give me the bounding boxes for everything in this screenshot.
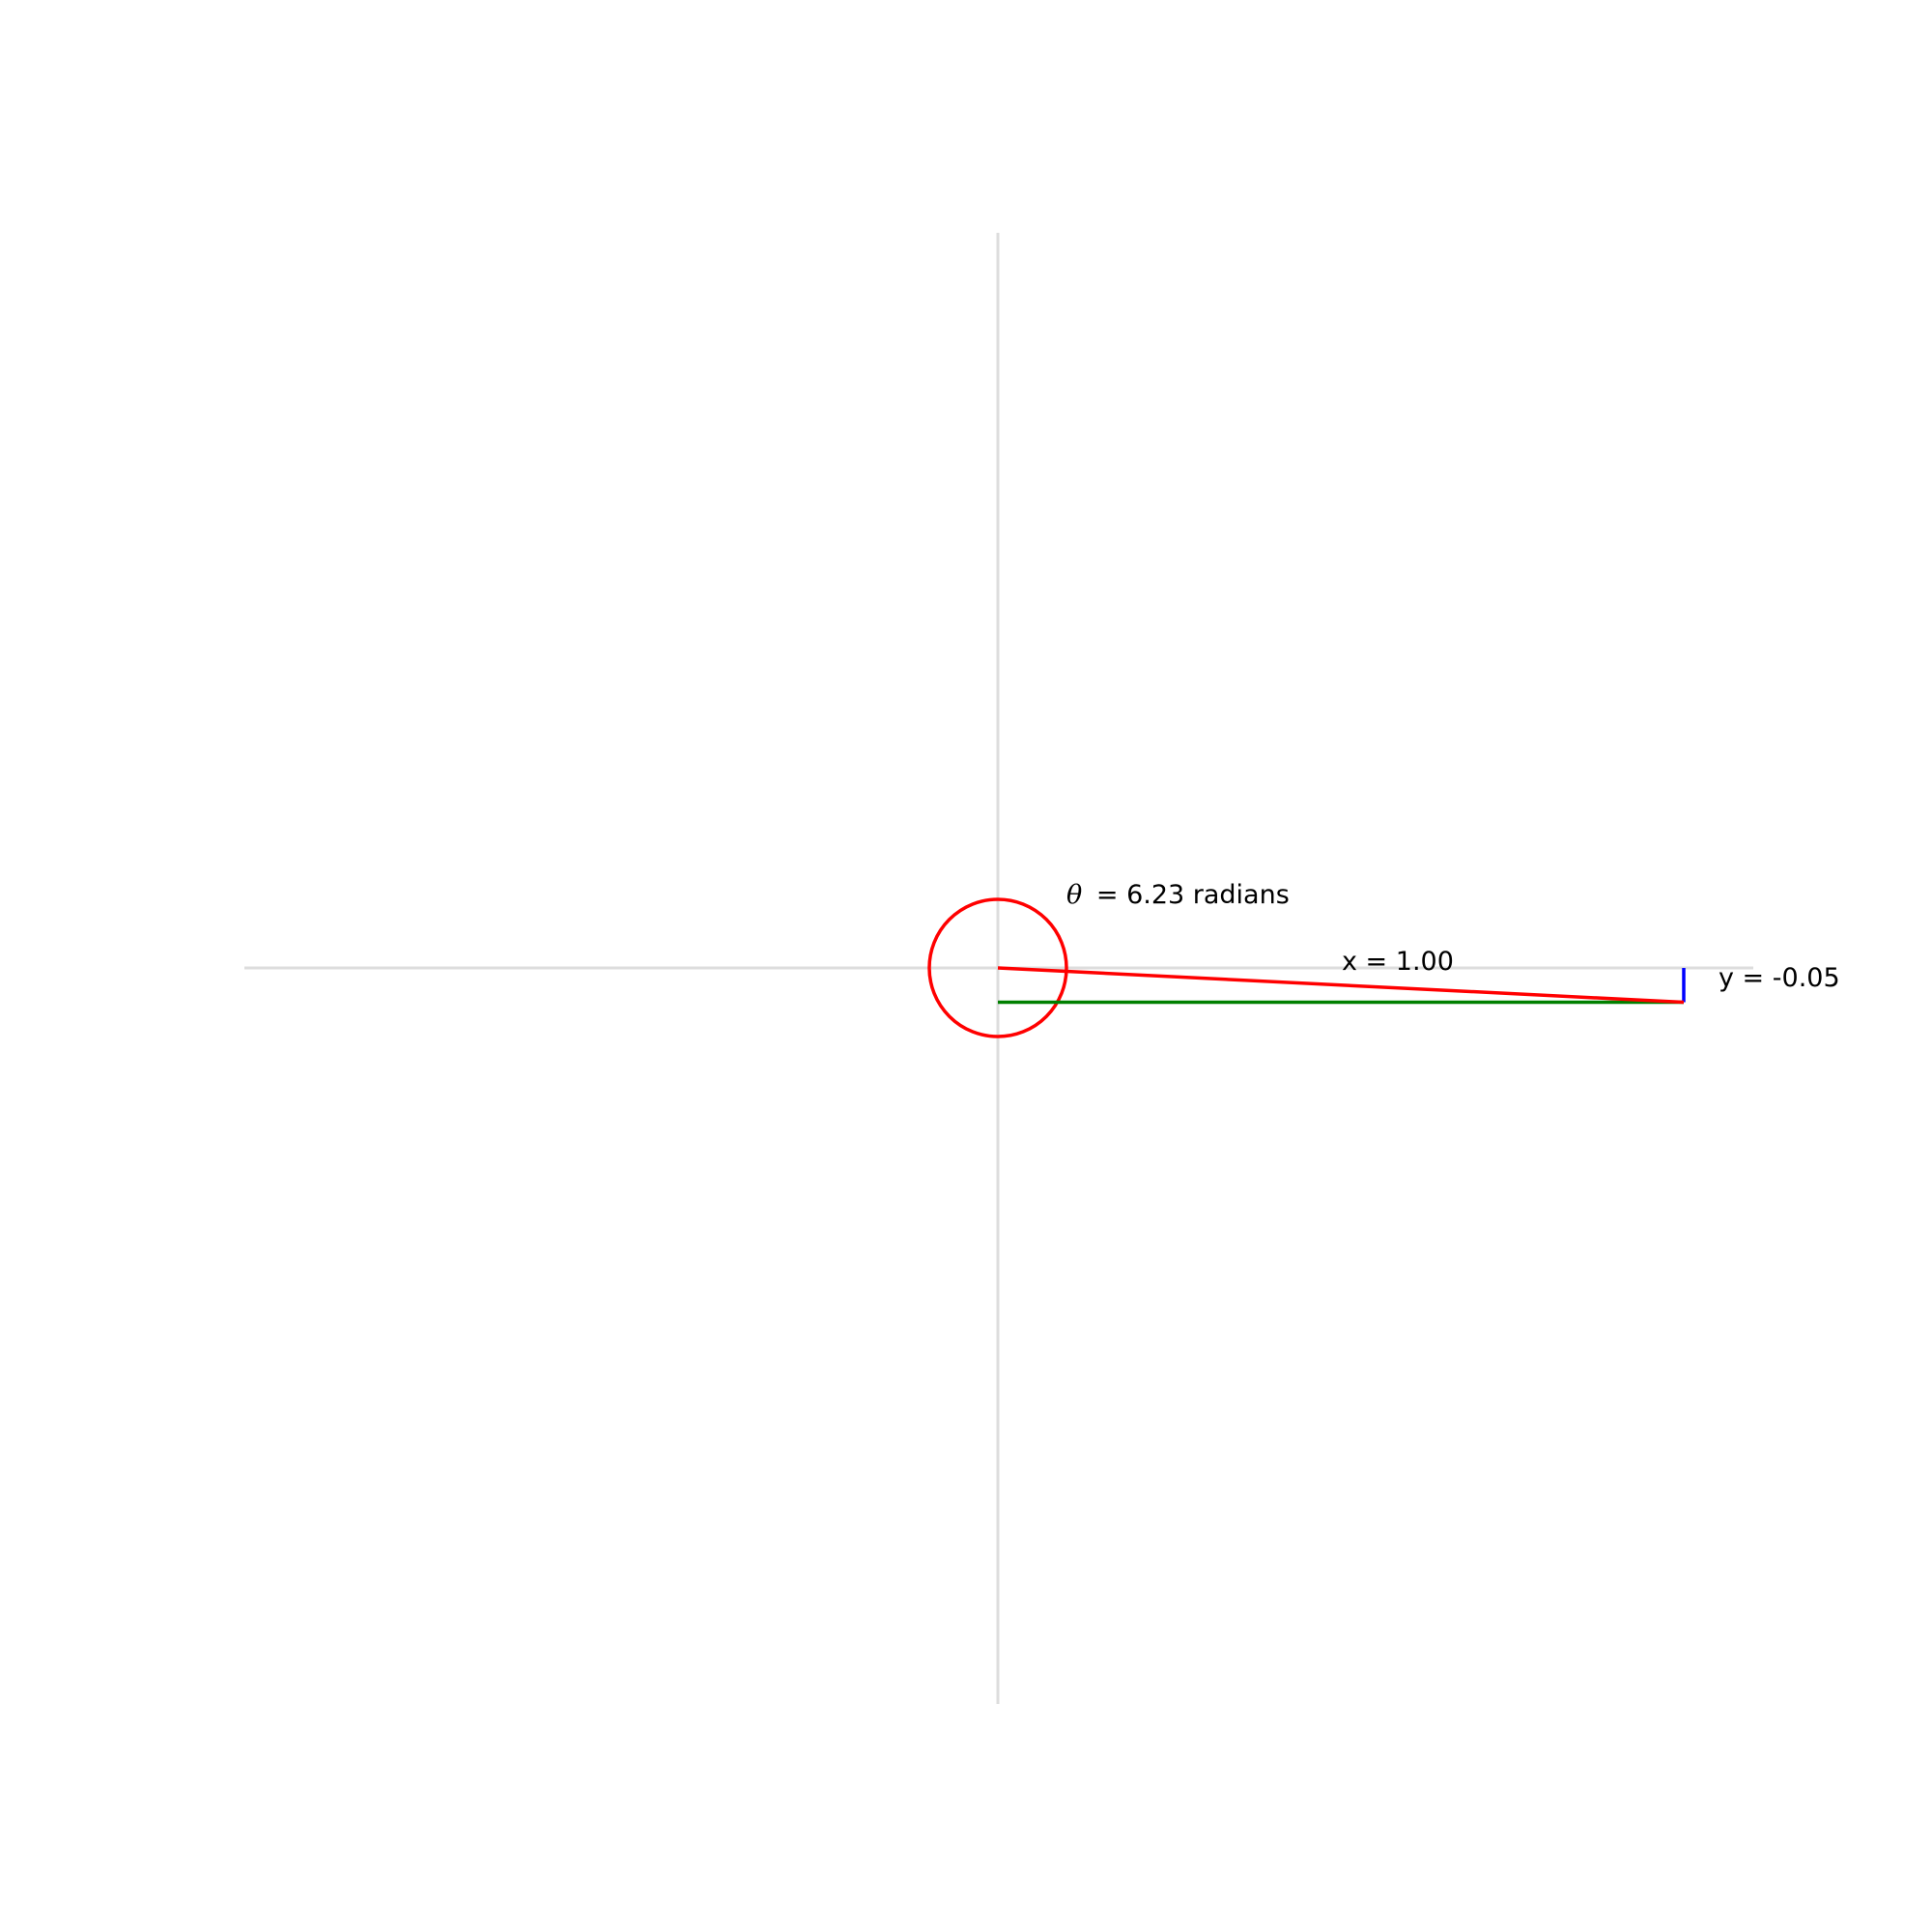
- x-value-label: x = 1.00: [1342, 947, 1454, 977]
- theta-label: θ = 6.23 radians: [1066, 880, 1290, 910]
- y-value-label: y = -0.05: [1719, 963, 1840, 993]
- theta-symbol: θ: [1066, 880, 1082, 910]
- unit-circle-diagram: θ = 6.23 radians x = 1.00 y = -0.05: [244, 233, 1840, 1704]
- radius-line: [997, 966, 1685, 1005]
- theta-value-text: = 6.23 radians: [1096, 880, 1290, 910]
